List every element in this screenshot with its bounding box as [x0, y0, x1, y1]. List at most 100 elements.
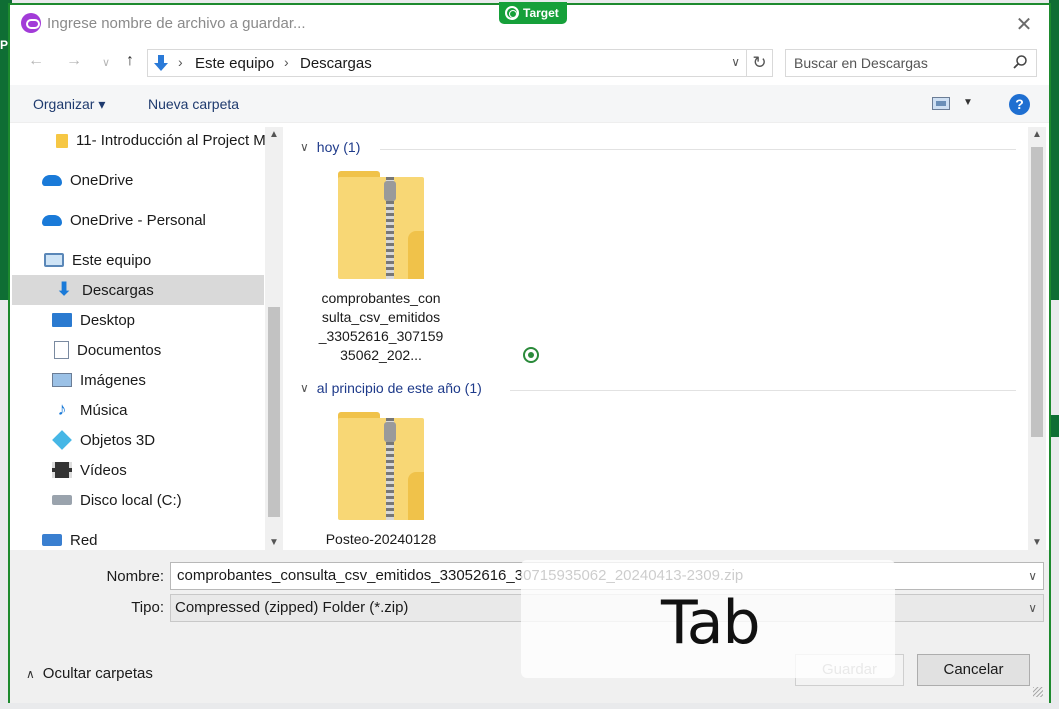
sidebar-item-este-equipo[interactable]: Este equipo	[12, 245, 264, 275]
sidebar-item-imagenes[interactable]: Imágenes	[12, 365, 264, 395]
sidebar-item-label: Documentos	[77, 341, 162, 359]
zip-folder-icon	[338, 412, 424, 520]
scroll-down-icon[interactable]: ▼	[1028, 537, 1046, 548]
chevron-down-icon[interactable]: ∨	[300, 140, 309, 154]
sidebar-item-musica[interactable]: ♪ Música	[12, 395, 264, 425]
file-item[interactable]: Posteo-20240128	[316, 412, 446, 549]
download-icon: ⬇	[56, 279, 72, 299]
file-name: Posteo-20240128	[325, 531, 437, 547]
3d-objects-icon	[52, 430, 72, 450]
forward-button[interactable]: →	[64, 52, 84, 70]
sidebar-item-documentos[interactable]: Documentos	[12, 335, 264, 365]
sidebar-item-label: Música	[80, 401, 128, 419]
folder-icon	[56, 134, 68, 148]
group-header-label: al principio de este año (1)	[316, 380, 482, 396]
sidebar-item-descargas[interactable]: ⬇ Descargas	[12, 275, 264, 305]
divider	[380, 149, 1016, 150]
desktop-icon	[52, 313, 72, 327]
sidebar-item-label: Red	[70, 531, 98, 549]
sidebar-item-disco-local[interactable]: Disco local (C:)	[12, 485, 264, 515]
hide-folders-button[interactable]: ∧ Ocultar carpetas	[26, 665, 153, 682]
navigation-row: ← → ∨ ↑ › Este equipo › Descargas ∨ ↻	[10, 47, 1049, 79]
sidebar-item-label: Desktop	[80, 311, 136, 329]
sidebar-item-label: 11- Introducción al Project M	[76, 131, 266, 149]
divider	[510, 390, 1016, 391]
up-folder-button[interactable]: ↑	[120, 52, 140, 70]
sidebar-item-label: Imágenes	[80, 371, 146, 389]
breadcrumb-descargas[interactable]: Descargas	[300, 55, 372, 72]
crosshair-target-icon	[523, 347, 539, 363]
sidebar-item-objetos-3d[interactable]: Objetos 3D	[12, 425, 264, 455]
file-list: ∨ hoy (1) comprobantes_consulta_csv_emit…	[288, 125, 1028, 550]
address-bar[interactable]: › Este equipo › Descargas ∨	[147, 49, 747, 77]
file-list-scrollbar[interactable]: ▲ ▼	[1028, 127, 1046, 550]
sidebar-item-onedrive[interactable]: OneDrive	[12, 165, 264, 195]
breadcrumb-separator-icon: ›	[178, 54, 183, 70]
navigation-pane: 11- Introducción al Project M OneDrive O…	[12, 125, 266, 550]
close-icon[interactable]: ✕	[1013, 12, 1035, 37]
zip-folder-icon	[338, 171, 424, 279]
sidebar-item-label: Disco local (C:)	[80, 491, 182, 509]
chevron-down-icon[interactable]: ∨	[1028, 563, 1037, 589]
file-name: comprobantes_consulta_csv_emitidos_33052…	[318, 290, 444, 363]
hide-folders-label: Ocultar carpetas	[42, 665, 153, 682]
back-button[interactable]: ←	[26, 52, 46, 70]
cancel-button[interactable]: Cancelar	[917, 654, 1030, 686]
scrollbar-thumb[interactable]	[268, 307, 280, 517]
breadcrumb-este-equipo[interactable]: Este equipo	[195, 55, 274, 72]
group-header-label: hoy (1)	[316, 139, 361, 155]
scroll-up-icon[interactable]: ▲	[1028, 129, 1046, 140]
group-header-today[interactable]: ∨ hoy (1)	[300, 139, 360, 155]
recent-locations-button[interactable]: ∨	[96, 56, 116, 69]
target-badge-label: Target	[523, 6, 559, 20]
search-input[interactable]	[794, 51, 1004, 75]
organize-button[interactable]: Organizar ▾	[33, 96, 105, 113]
sidebar-item-label: Vídeos	[80, 461, 127, 479]
command-bar: Organizar ▾ Nueva carpeta ▼ ?	[10, 85, 1049, 123]
resize-grip-icon[interactable]	[1033, 687, 1043, 697]
help-icon[interactable]: ?	[1009, 94, 1030, 115]
sidebar-item-label: OneDrive - Personal	[70, 211, 206, 229]
group-header-this-year[interactable]: ∨ al principio de este año (1)	[300, 380, 482, 396]
video-icon	[52, 462, 72, 478]
scrollbar-thumb[interactable]	[1031, 147, 1043, 437]
search-icon[interactable]	[1012, 54, 1028, 70]
cloud-icon	[42, 174, 62, 186]
sidebar-item-videos[interactable]: Vídeos	[12, 455, 264, 485]
chevron-up-icon: ∧	[26, 666, 35, 681]
file-type-value: Compressed (zipped) Folder (*.zip)	[175, 599, 409, 616]
sidebar-item-label: Este equipo	[72, 251, 152, 269]
sidebar-item-project-folder[interactable]: 11- Introducción al Project M	[12, 125, 266, 155]
scroll-down-icon[interactable]: ▼	[265, 537, 283, 548]
sidebar-item-label: Objetos 3D	[80, 431, 156, 449]
keypress-label: Tab	[661, 588, 761, 658]
file-item[interactable]: comprobantes_consulta_csv_emitidos_33052…	[316, 171, 446, 365]
scroll-up-icon[interactable]: ▲	[265, 129, 283, 140]
music-icon: ♪	[57, 399, 67, 419]
cloud-icon	[42, 214, 62, 226]
sidebar-scrollbar[interactable]: ▲ ▼	[265, 127, 283, 550]
sidebar-item-red[interactable]: Red	[12, 525, 264, 550]
search-box[interactable]	[785, 49, 1037, 77]
change-view-icon[interactable]	[932, 97, 950, 110]
target-badge: Target	[499, 2, 567, 24]
name-label: Nombre:	[106, 568, 164, 585]
target-icon	[505, 6, 519, 20]
view-options-dropdown[interactable]: ▼	[963, 97, 973, 108]
chevron-down-icon[interactable]: ∨	[300, 381, 309, 395]
computer-icon	[44, 253, 64, 267]
images-icon	[52, 373, 72, 387]
sidebar-item-label: Descargas	[82, 281, 154, 299]
new-folder-button[interactable]: Nueva carpeta	[148, 96, 239, 112]
documents-icon	[54, 341, 69, 359]
sidebar-item-label: OneDrive	[70, 171, 134, 189]
refresh-button[interactable]: ↻	[747, 49, 773, 77]
chevron-down-icon[interactable]: ∨	[731, 55, 740, 69]
chevron-down-icon[interactable]: ∨	[1028, 595, 1037, 621]
breadcrumb-separator-icon: ›	[284, 54, 289, 70]
sidebar-item-onedrive-personal[interactable]: OneDrive - Personal	[12, 205, 264, 235]
network-icon	[42, 534, 62, 546]
sidebar-item-desktop[interactable]: Desktop	[12, 305, 264, 335]
app-logo-icon	[21, 13, 41, 33]
keypress-overlay: Tab	[521, 560, 895, 678]
